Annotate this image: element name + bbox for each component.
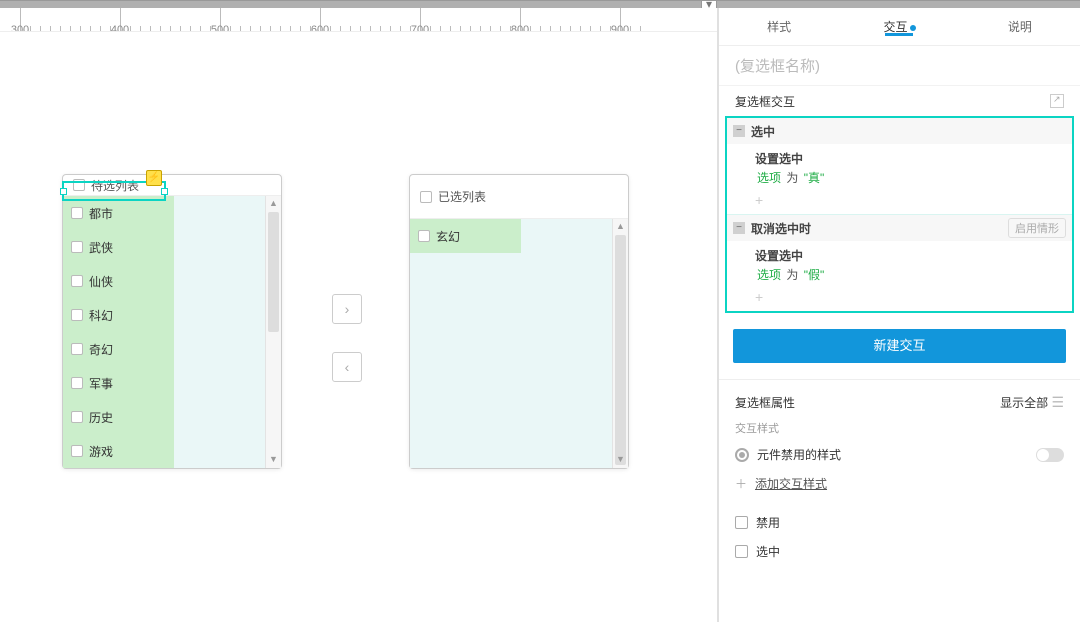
interaction-badge-icon[interactable]: ⚡	[146, 170, 162, 186]
unsaved-dot-icon	[910, 25, 916, 31]
checkbox-icon[interactable]	[735, 516, 748, 529]
scrollbar[interactable]: ▲ ▼	[612, 219, 628, 468]
plus-icon: ＋	[735, 475, 747, 492]
resize-handle-left[interactable]	[60, 188, 67, 195]
widget-name-input[interactable]: (复选框名称)	[719, 46, 1080, 86]
disabled-style-row[interactable]: 元件禁用的样式	[719, 440, 1080, 469]
show-all-link[interactable]: 显示全部	[1000, 396, 1048, 410]
selected-list: 玄幻	[410, 219, 612, 468]
list-item[interactable]: 奇幻	[63, 332, 265, 366]
expand-icon[interactable]	[1050, 94, 1064, 108]
divider	[719, 379, 1080, 380]
tab-interactions[interactable]: 交互	[839, 18, 959, 35]
scroll-up-icon[interactable]: ▲	[266, 196, 281, 212]
scroll-up-icon[interactable]: ▲	[613, 219, 628, 235]
checkbox-icon[interactable]	[71, 445, 83, 457]
list-item[interactable]: 历史	[63, 400, 265, 434]
resize-handle-right[interactable]	[161, 188, 168, 195]
selected-checkbox-row[interactable]: 选中	[719, 537, 1080, 566]
design-canvas[interactable]: 待选列表 都市武侠仙侠科幻奇幻军事历史游戏 ▲ ▼ ⚡ › ‹	[0, 32, 717, 622]
checkbox-icon[interactable]	[71, 309, 83, 321]
list-item[interactable]: 科幻	[63, 298, 265, 332]
toggle-switch[interactable]	[1036, 448, 1064, 462]
event-header[interactable]: −取消选中时启用情形	[727, 215, 1072, 241]
action-name: 设置选中	[727, 144, 1072, 167]
list-item[interactable]: 军事	[63, 366, 265, 400]
panel-title: 已选列表	[438, 188, 486, 205]
horizontal-ruler: 300400500600700800900	[0, 8, 717, 32]
list-item[interactable]: 武侠	[63, 230, 265, 264]
checkbox-icon[interactable]	[71, 343, 83, 355]
event-header[interactable]: −选中	[727, 118, 1072, 144]
interactions-section-header: 复选框交互	[719, 86, 1080, 116]
event-item[interactable]: −取消选中时启用情形设置选中选项 为 "假"+	[727, 215, 1072, 311]
tab-notes[interactable]: 说明	[960, 18, 1080, 35]
checkbox-icon[interactable]	[71, 241, 83, 253]
collapse-icon[interactable]: −	[733, 125, 745, 137]
move-right-button[interactable]: ›	[332, 294, 362, 324]
checkbox-icon[interactable]	[71, 207, 83, 219]
menu-icon[interactable]: ☰	[1051, 394, 1064, 410]
list-item[interactable]: 都市	[63, 196, 265, 230]
add-action-icon[interactable]: +	[727, 289, 1072, 311]
list-item[interactable]: 玄幻	[410, 219, 612, 253]
properties-header: 复选框属性 显示全部 ☰	[719, 388, 1080, 416]
checkbox-icon[interactable]	[71, 275, 83, 287]
action-detail: 选项 为 "假"	[727, 264, 1072, 289]
selected-list-panel[interactable]: 已选列表 玄幻 ▲ ▼	[409, 174, 629, 469]
radio-icon	[735, 448, 749, 462]
new-interaction-button[interactable]: 新建交互	[733, 329, 1066, 363]
top-toolbar-strip: ▾	[0, 0, 1080, 8]
ix-style-header: 交互样式	[719, 416, 1080, 440]
events-block: −选中设置选中选项 为 "真"+−取消选中时启用情形设置选中选项 为 "假"+	[725, 116, 1074, 313]
event-item[interactable]: −选中设置选中选项 为 "真"+	[727, 118, 1072, 215]
checkbox-icon[interactable]	[735, 545, 748, 558]
checkbox-icon[interactable]	[71, 377, 83, 389]
move-left-button[interactable]: ‹	[332, 352, 362, 382]
add-ix-style-row[interactable]: ＋ 添加交互样式	[719, 469, 1080, 498]
inspector-tabs: 样式 交互 说明	[719, 8, 1080, 46]
scroll-thumb[interactable]	[615, 235, 626, 465]
pending-list: 都市武侠仙侠科幻奇幻军事历史游戏	[63, 196, 265, 468]
main-area: 300400500600700800900 待选列表 都市武侠仙侠科幻奇幻军事历…	[0, 8, 1080, 622]
tab-style[interactable]: 样式	[719, 18, 839, 35]
list-item[interactable]: 仙侠	[63, 264, 265, 298]
scroll-down-icon[interactable]: ▼	[266, 452, 281, 468]
disable-checkbox-row[interactable]: 禁用	[719, 508, 1080, 537]
checkbox-icon[interactable]	[71, 411, 83, 423]
pending-list-panel[interactable]: 待选列表 都市武侠仙侠科幻奇幻军事历史游戏 ▲ ▼	[62, 174, 282, 469]
checkbox-icon	[420, 191, 432, 203]
panel-header: 已选列表	[410, 175, 628, 219]
scroll-thumb[interactable]	[268, 212, 279, 332]
action-detail: 选项 为 "真"	[727, 167, 1072, 192]
scrollbar[interactable]: ▲ ▼	[265, 196, 281, 468]
add-action-icon[interactable]: +	[727, 192, 1072, 214]
checkbox-icon[interactable]	[418, 230, 430, 242]
enable-case-button[interactable]: 启用情形	[1008, 218, 1066, 238]
scroll-down-icon[interactable]: ▼	[613, 452, 628, 468]
list-item[interactable]: 游戏	[63, 434, 265, 468]
collapse-icon[interactable]: −	[733, 222, 745, 234]
action-name: 设置选中	[727, 241, 1072, 264]
inspector-sidebar: 样式 交互 说明 (复选框名称) 复选框交互 −选中设置选中选项 为 "真"+−…	[717, 8, 1080, 622]
placeholder-text: (复选框名称)	[735, 55, 820, 76]
